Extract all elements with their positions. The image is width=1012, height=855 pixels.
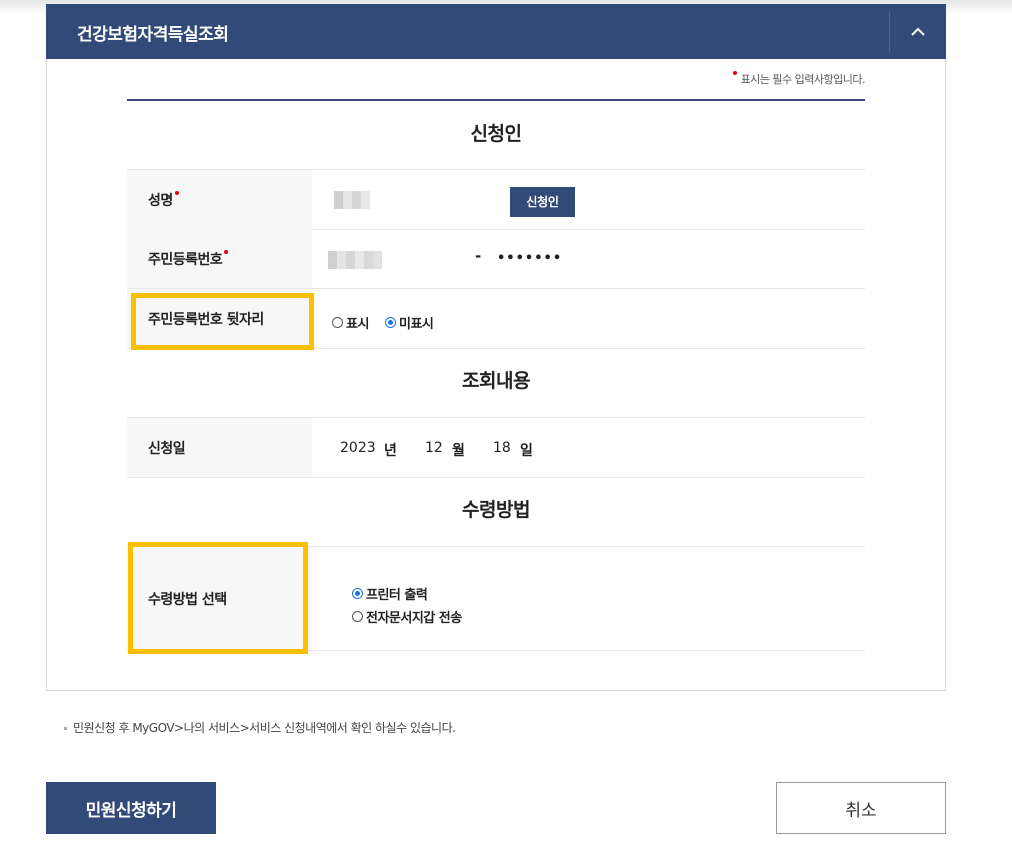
panel-body: 표시는 필수 입력사항입니다. 신청인 성명 신청인 주민등록번호 - ••••…	[46, 59, 946, 691]
row-rrn: 주민등록번호 - •••••••	[127, 229, 865, 289]
required-dot-icon	[224, 249, 229, 254]
rrn-value-cell: - •••••••	[312, 229, 865, 288]
date-label: 신청일	[127, 418, 312, 477]
applicant-button[interactable]: 신청인	[510, 187, 575, 217]
receive-option-wallet[interactable]: 전자문서지갑 전송	[352, 606, 462, 626]
collapse-button[interactable]	[890, 4, 946, 59]
date-value-cell: 2023 년 12 월 18 일	[312, 418, 865, 477]
date-month: 12	[425, 440, 443, 456]
required-dot-icon	[732, 71, 737, 75]
rrn-back-options: 표시 미표시	[312, 289, 865, 348]
section-title-applicant: 신청인	[470, 123, 522, 145]
cancel-button[interactable]: 취소	[776, 782, 946, 834]
rrn-back-option-hide[interactable]: 미표시	[385, 312, 434, 332]
date-year-unit: 년	[384, 443, 397, 459]
receive-label: 수령방법 선택	[127, 547, 312, 650]
name-label: 성명	[127, 170, 312, 229]
date-day-unit: 일	[520, 443, 533, 459]
date-day: 18	[493, 440, 511, 456]
required-note: 표시는 필수 입력사항입니다.	[732, 71, 866, 87]
date-year: 2023	[340, 440, 376, 456]
submit-button[interactable]: 민원신청하기	[46, 782, 216, 834]
bullet-icon	[64, 727, 67, 730]
section-title-inquiry: 조회내용	[462, 370, 530, 392]
rrn-back-masked: •••••••	[497, 251, 563, 266]
receive-options: 프린터 출력 전자문서지갑 전송	[312, 547, 865, 650]
section-title-receive: 수령방법	[462, 499, 530, 521]
panel-header: 건강보험자격득실조회	[46, 4, 946, 59]
row-rrn-back: 주민등록번호 뒷자리 표시 미표시	[127, 289, 865, 349]
form-top-line	[127, 99, 865, 101]
radio-wallet[interactable]	[352, 611, 363, 622]
row-name: 성명 신청인	[127, 169, 865, 230]
date-display: 2023 년 12 월 18 일	[340, 440, 560, 460]
name-value-cell: 신청인	[312, 170, 865, 229]
panel-title: 건강보험자격득실조회	[77, 25, 229, 45]
receive-option-printer[interactable]: 프린터 출력	[352, 583, 428, 603]
rrn-back-option-show[interactable]: 표시	[332, 312, 369, 332]
row-date: 신청일 2023 년 12 월 18 일	[127, 417, 865, 478]
rrn-dash: -	[475, 247, 482, 265]
rrn-label: 주민등록번호	[127, 229, 312, 288]
radio-show[interactable]	[332, 317, 343, 328]
rrn-front-blurred	[328, 251, 382, 269]
date-month-unit: 월	[452, 443, 465, 459]
notice-text: 민원신청 후 MyGOV>나의 서비스>서비스 신청내역에서 확인 하실수 있습…	[64, 719, 456, 736]
name-blurred-value	[334, 191, 370, 209]
radio-printer[interactable]	[352, 588, 363, 599]
radio-hide[interactable]	[385, 317, 396, 328]
row-receive: 수령방법 선택 프린터 출력 전자문서지갑 전송	[127, 546, 865, 651]
required-dot-icon	[174, 190, 179, 195]
rrn-back-label: 주민등록번호 뒷자리	[127, 289, 312, 348]
chevron-up-icon	[911, 27, 925, 36]
